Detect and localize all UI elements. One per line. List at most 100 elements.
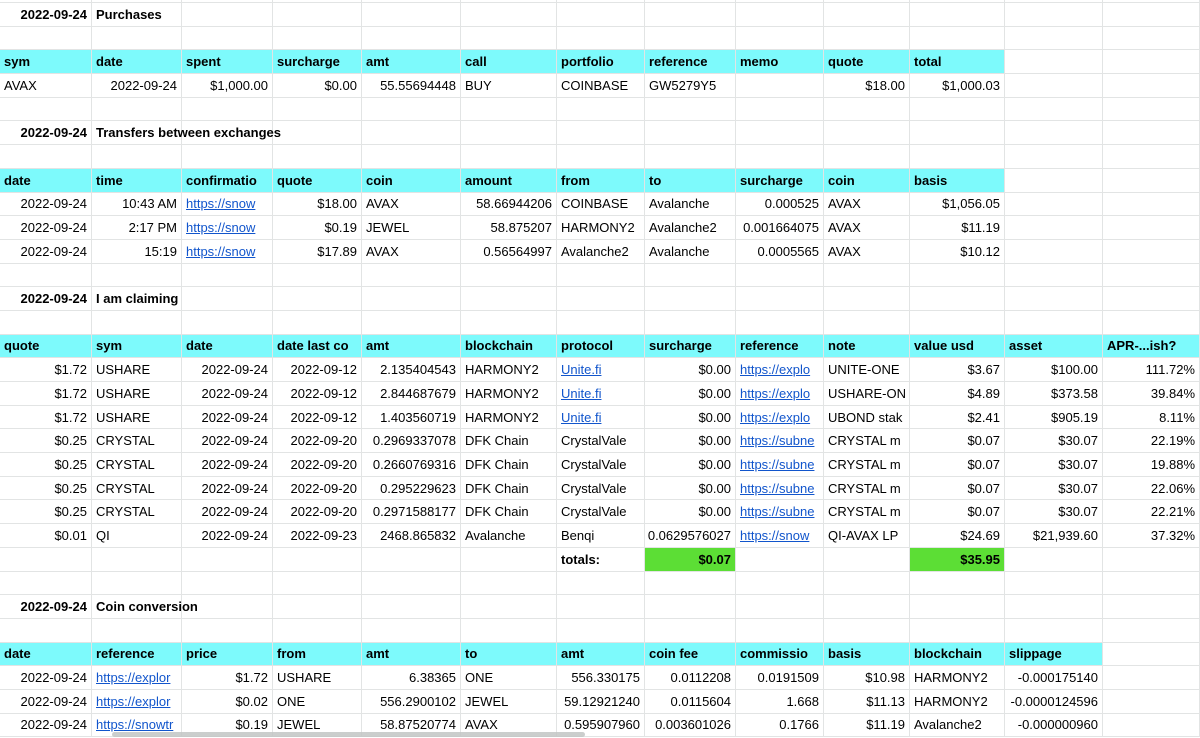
- cell[interactable]: 556.330175: [557, 666, 645, 690]
- cell[interactable]: 1.668: [736, 689, 824, 714]
- cell[interactable]: 2022-09-24: [0, 689, 92, 714]
- cell[interactable]: JEWEL: [362, 216, 461, 240]
- cell[interactable]: 111.72%: [1103, 358, 1200, 382]
- cell[interactable]: 2022-09-24: [0, 666, 92, 690]
- link-cell[interactable]: https://snow: [182, 192, 273, 217]
- link-cell[interactable]: https://subne: [736, 453, 824, 477]
- cell[interactable]: $11.13: [824, 689, 910, 714]
- column-header[interactable]: quote: [824, 50, 910, 75]
- cell[interactable]: $1,000.00: [182, 74, 273, 98]
- cell[interactable]: CrystalVale: [557, 476, 645, 501]
- cell[interactable]: 22.21%: [1103, 500, 1200, 525]
- cell[interactable]: GW5279Y5: [645, 74, 736, 98]
- column-header[interactable]: coin: [362, 168, 461, 193]
- cell[interactable]: 58.66944206: [461, 192, 557, 217]
- link-cell[interactable]: https://subne: [736, 500, 824, 525]
- cell[interactable]: CRYSTAL m: [824, 453, 910, 477]
- cell[interactable]: 2022-09-20: [273, 476, 362, 501]
- cell[interactable]: QI-AVAX LP: [824, 524, 910, 548]
- column-header[interactable]: slippage: [1005, 642, 1103, 667]
- cell[interactable]: USHARE-ON: [824, 382, 910, 406]
- cell[interactable]: $18.00: [273, 192, 362, 217]
- cell[interactable]: 2022-09-24: [182, 429, 273, 454]
- column-header[interactable]: memo: [736, 50, 824, 75]
- cell[interactable]: CRYSTAL m: [824, 429, 910, 454]
- cell[interactable]: 0.56564997: [461, 239, 557, 264]
- column-header[interactable]: from: [557, 168, 645, 193]
- cell[interactable]: USHARE: [92, 358, 182, 382]
- cell[interactable]: $0.07: [910, 429, 1005, 454]
- cell[interactable]: $0.01: [0, 524, 92, 548]
- link[interactable]: Unite.fi: [561, 362, 601, 377]
- section-title[interactable]: Purchases: [92, 3, 182, 27]
- cell[interactable]: $0.25: [0, 453, 92, 477]
- column-header[interactable]: basis: [824, 642, 910, 667]
- column-header[interactable]: from: [273, 642, 362, 667]
- cell[interactable]: CRYSTAL: [92, 429, 182, 454]
- cell[interactable]: $10.98: [824, 666, 910, 690]
- link[interactable]: https://subne: [740, 481, 814, 496]
- link-cell[interactable]: https://explor: [92, 666, 182, 690]
- cell[interactable]: 0.0191509: [736, 666, 824, 690]
- cell[interactable]: DFK Chain: [461, 476, 557, 501]
- cell[interactable]: -0.000175140: [1005, 666, 1103, 690]
- column-header[interactable]: call: [461, 50, 557, 75]
- cell[interactable]: $1.72: [0, 382, 92, 406]
- cell[interactable]: $1.72: [0, 358, 92, 382]
- link[interactable]: https://explor: [96, 670, 170, 685]
- link-cell[interactable]: https://snow: [182, 239, 273, 264]
- cell[interactable]: UNITE-ONE: [824, 358, 910, 382]
- column-header[interactable]: surcharge: [736, 168, 824, 193]
- cell[interactable]: 2022-09-24: [92, 74, 182, 98]
- section-title[interactable]: Coin conversion: [92, 595, 198, 619]
- cell[interactable]: $30.07: [1005, 453, 1103, 477]
- cell[interactable]: AVAX: [824, 192, 910, 217]
- link-cell[interactable]: https://subne: [736, 476, 824, 501]
- column-header[interactable]: to: [461, 642, 557, 667]
- cell[interactable]: 0.1766: [736, 713, 824, 738]
- column-header[interactable]: sym: [0, 50, 92, 75]
- cell[interactable]: -0.000000960: [1005, 713, 1103, 738]
- cell[interactable]: 39.84%: [1103, 382, 1200, 406]
- cell[interactable]: $0.00: [645, 405, 736, 430]
- cell[interactable]: 0.2969337078: [362, 429, 461, 454]
- cell[interactable]: 0.0112208: [645, 666, 736, 690]
- column-header[interactable]: amount: [461, 168, 557, 193]
- cell[interactable]: AVAX: [0, 74, 92, 98]
- cell[interactable]: CRYSTAL m: [824, 500, 910, 525]
- cell[interactable]: 10:43 AM: [92, 192, 182, 217]
- cell[interactable]: $17.89: [273, 239, 362, 264]
- cell[interactable]: Avalanche: [645, 192, 736, 217]
- cell[interactable]: 22.19%: [1103, 429, 1200, 454]
- link[interactable]: https://snow: [186, 244, 255, 259]
- cell[interactable]: 2022-09-24: [182, 476, 273, 501]
- cell[interactable]: 0.003601026: [645, 713, 736, 738]
- cell[interactable]: $905.19: [1005, 405, 1103, 430]
- cell[interactable]: $0.07: [645, 547, 736, 572]
- cell[interactable]: $0.02: [182, 689, 273, 714]
- link-cell[interactable]: https://explo: [736, 358, 824, 382]
- column-header[interactable]: basis: [910, 168, 1005, 193]
- column-header[interactable]: surcharge: [645, 334, 736, 359]
- cell[interactable]: UBOND stak: [824, 405, 910, 430]
- cell[interactable]: $1,056.05: [910, 192, 1005, 217]
- cell[interactable]: Avalanche2: [910, 713, 1005, 738]
- cell[interactable]: $11.19: [910, 216, 1005, 240]
- cell[interactable]: 2.844687679: [362, 382, 461, 406]
- cell[interactable]: AVAX: [362, 239, 461, 264]
- link-cell[interactable]: https://explo: [736, 382, 824, 406]
- link-cell[interactable]: https://snow: [736, 524, 824, 548]
- column-header[interactable]: date last co: [273, 334, 362, 359]
- cell[interactable]: $4.89: [910, 382, 1005, 406]
- cell[interactable]: $30.07: [1005, 476, 1103, 501]
- column-header[interactable]: date: [0, 642, 92, 667]
- cell[interactable]: 2022-09-12: [273, 382, 362, 406]
- column-header[interactable]: date: [0, 168, 92, 193]
- link[interactable]: https://snow: [186, 220, 255, 235]
- cell[interactable]: HARMONY2: [461, 382, 557, 406]
- column-header[interactable]: quote: [0, 334, 92, 359]
- cell[interactable]: 58.875207: [461, 216, 557, 240]
- column-header[interactable]: total: [910, 50, 1005, 75]
- cell[interactable]: 2022-09-24: [182, 500, 273, 525]
- link[interactable]: https://explo: [740, 362, 810, 377]
